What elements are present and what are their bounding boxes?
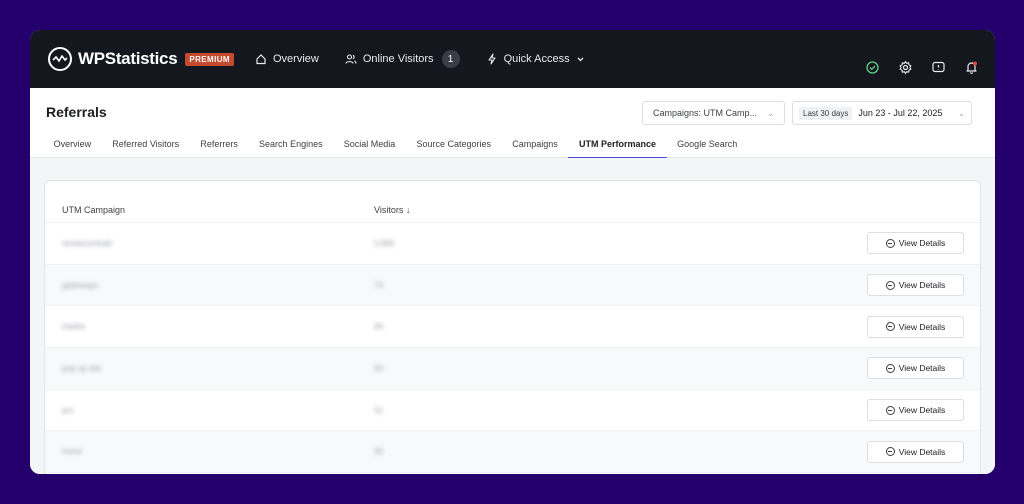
chevron-down-icon: ⌄	[767, 108, 774, 118]
visitors-cell: 66	[374, 322, 383, 332]
view-details-label: View Details	[898, 238, 946, 249]
nav-online-visitors[interactable]: Online Visitors 1	[345, 50, 460, 68]
nav-quick-access-label: Quick Access	[503, 53, 570, 65]
table-row: pop up site 63 View Details	[45, 348, 980, 390]
topbar-actions	[865, 60, 979, 75]
view-details-label: View Details	[898, 446, 946, 457]
view-details-button[interactable]: View Details	[867, 357, 964, 380]
visitors-cell: 63	[374, 363, 383, 373]
logo-text: WPStatistics	[78, 49, 178, 68]
minus-circle-icon	[885, 405, 895, 415]
campaign-filter-select[interactable]: Campaigns: UTM Camp... ⌄	[642, 101, 785, 125]
column-header-visitors[interactable]: Visitors ↓	[374, 205, 410, 215]
app-window: WPStatistics PREMIUM Overview Online Vis…	[30, 30, 995, 474]
minus-circle-icon	[885, 238, 895, 248]
table-header: UTM Campaign Visitors ↓	[45, 181, 980, 223]
visitors-cell: 30	[374, 447, 383, 457]
minus-circle-icon	[885, 280, 895, 290]
chevron-down-icon: ⌄	[958, 108, 965, 118]
feedback-icon[interactable]	[931, 60, 946, 75]
view-details-label: View Details	[898, 280, 946, 291]
view-details-label: View Details	[898, 363, 946, 374]
campaign-cell: pop up site	[62, 363, 102, 373]
view-details-button[interactable]: View Details	[867, 440, 964, 463]
minus-circle-icon	[885, 363, 895, 373]
nav-overview-label: Overview	[273, 53, 319, 65]
date-range-picker[interactable]: Last 30 days Jun 23 - Jul 22, 2025 ⌄	[792, 101, 972, 125]
nav-quick-access[interactable]: Quick Access	[486, 53, 585, 65]
premium-badge: PREMIUM	[185, 52, 234, 66]
table-row: home 30 View Details	[45, 431, 980, 474]
tab-campaigns[interactable]: Campaigns	[502, 130, 569, 158]
tab-bar: Overview Referred Visitors Referrers Sea…	[43, 130, 748, 159]
visitors-cell: 73	[374, 280, 383, 290]
campaign-cell: pro	[62, 405, 74, 415]
table-row: gadeways 73 View Details	[45, 264, 980, 307]
home-icon	[255, 53, 267, 65]
page-header: Referrals Campaigns: UTM Camp... ⌄ Last …	[30, 88, 995, 159]
main-nav: Overview Online Visitors 1 Quick Access	[255, 30, 585, 88]
table-row: hawke 66 View Details	[45, 306, 980, 349]
visitors-cell: 31	[374, 405, 383, 415]
visitors-cell: 2,896	[374, 238, 395, 248]
date-preset-chip: Last 30 days	[799, 106, 853, 120]
nav-online-visitors-label: Online Visitors	[362, 53, 434, 65]
campaign-cell: renewcontrakt	[62, 238, 113, 248]
view-details-label: View Details	[898, 321, 946, 332]
tab-search-engines[interactable]: Search Engines	[248, 130, 333, 158]
minus-circle-icon	[885, 322, 895, 332]
online-count-badge: 1	[441, 50, 460, 68]
view-details-button[interactable]: View Details	[867, 274, 964, 297]
page-title: Referrals	[46, 104, 107, 120]
gear-icon[interactable]	[898, 60, 913, 75]
view-details-button[interactable]: View Details	[867, 315, 964, 338]
tab-overview[interactable]: Overview	[43, 130, 102, 158]
campaign-cell: home	[62, 447, 83, 457]
view-details-button[interactable]: View Details	[867, 232, 964, 255]
bolt-icon	[486, 53, 498, 65]
table-row: pro 31 View Details	[45, 390, 980, 432]
utm-table-card: UTM Campaign Visitors ↓ renewcontrakt 2,…	[44, 180, 981, 474]
view-details-label: View Details	[898, 405, 946, 416]
top-navbar: WPStatistics PREMIUM Overview Online Vis…	[30, 30, 995, 88]
campaign-filter-label: Campaigns: UTM Camp...	[653, 108, 758, 118]
wave-logo-icon	[48, 47, 72, 71]
campaign-cell: gadeways	[62, 280, 99, 290]
table-row: renewcontrakt 2,896 View Details	[45, 223, 980, 265]
bell-icon[interactable]	[964, 60, 979, 75]
tab-referrers[interactable]: Referrers	[190, 130, 249, 158]
chevron-down-icon	[576, 55, 585, 64]
view-details-button[interactable]: View Details	[867, 399, 964, 422]
tab-social-media[interactable]: Social Media	[333, 130, 406, 158]
nav-overview[interactable]: Overview	[255, 53, 319, 65]
users-icon	[345, 53, 357, 65]
date-range-label: Jun 23 - Jul 22, 2025	[858, 108, 943, 118]
tab-source-categories[interactable]: Source Categories	[406, 130, 502, 158]
tab-referred-visitors[interactable]: Referred Visitors	[102, 130, 190, 158]
tab-utm-performance[interactable]: UTM Performance	[568, 130, 667, 159]
minus-circle-icon	[885, 447, 895, 457]
column-header-campaign[interactable]: UTM Campaign	[62, 205, 125, 215]
tab-google-search[interactable]: Google Search	[667, 130, 748, 158]
shield-check-icon[interactable]	[865, 60, 880, 75]
content-area: UTM Campaign Visitors ↓ renewcontrakt 2,…	[30, 158, 995, 474]
logo[interactable]: WPStatistics PREMIUM	[48, 47, 234, 71]
table-body: renewcontrakt 2,896 View Details gadeway…	[45, 223, 980, 474]
campaign-cell: hawke	[62, 322, 86, 332]
